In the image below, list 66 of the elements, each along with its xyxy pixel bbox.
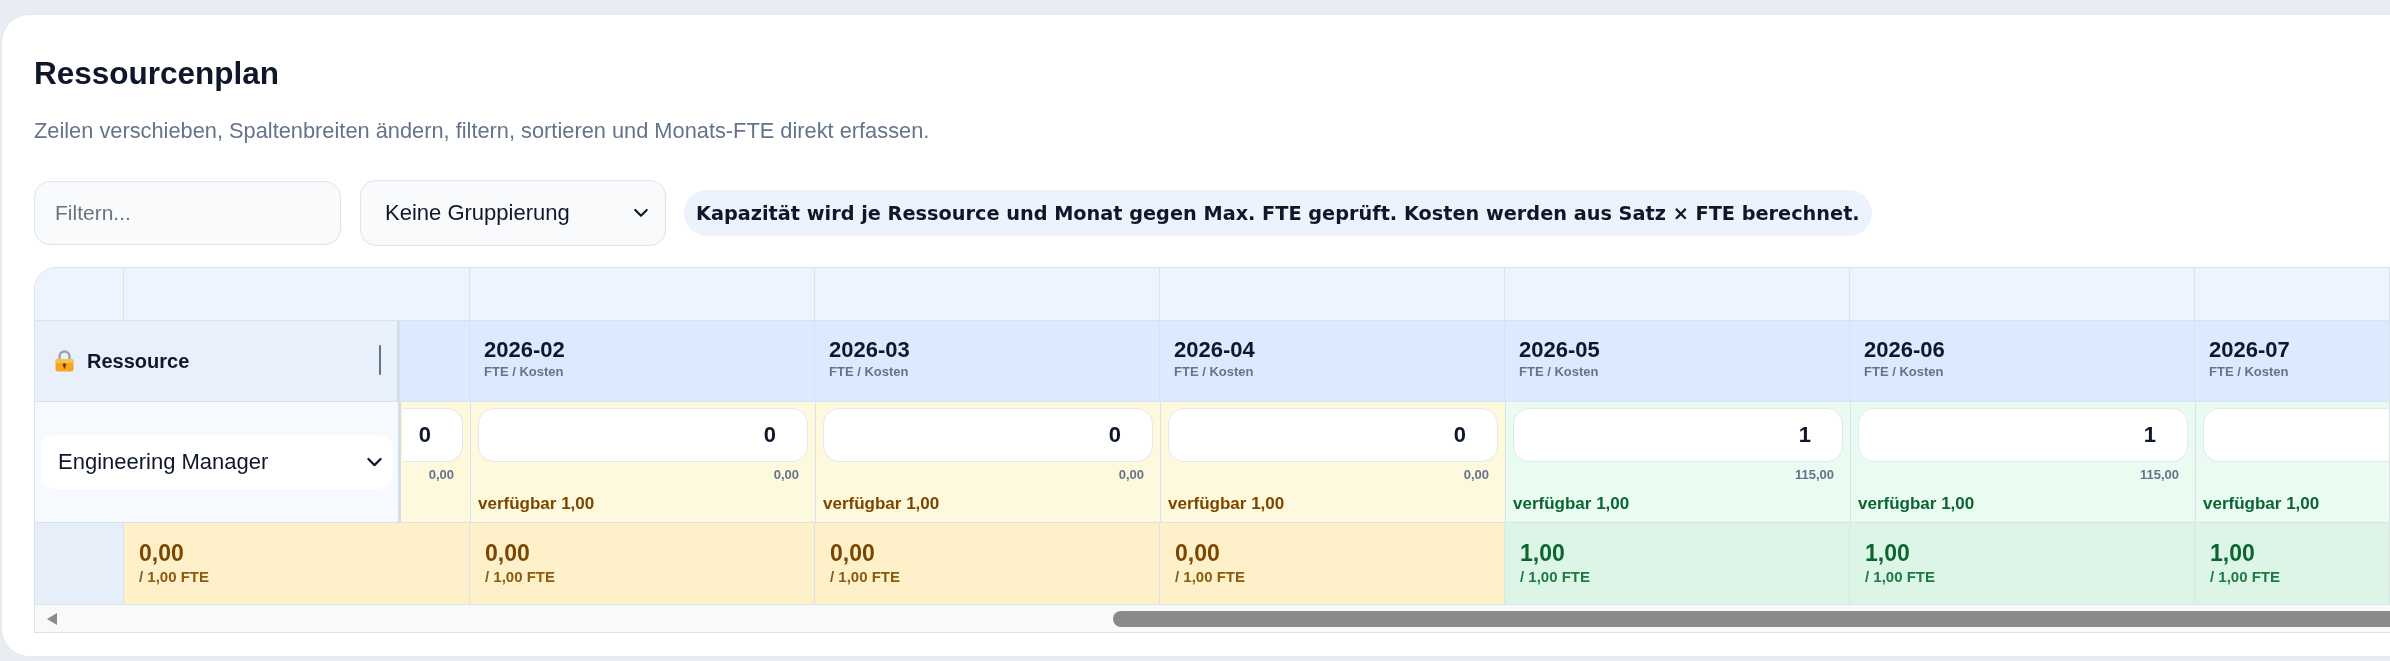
- availability-label: verfügbar 1,00: [478, 493, 595, 515]
- total-value: 1,00: [2210, 538, 2255, 567]
- column-header[interactable]: 2026-02 FTE / Kosten: [470, 321, 815, 401]
- fte-input[interactable]: 0: [403, 408, 463, 462]
- scrollbar-track[interactable]: [35, 605, 2390, 632]
- column-subtitle: FTE / Kosten: [1174, 363, 1255, 381]
- capacity-label: / 1,00 FTE: [1175, 566, 1246, 587]
- capacity-label: / 1,00 FTE: [2210, 566, 2281, 587]
- capacity-label: / 1,00 FTE: [1520, 566, 1591, 587]
- availability-label: verfügbar 1,00: [1858, 493, 1975, 515]
- cost-value: 0,00: [428, 466, 454, 482]
- page-title: Ressourcenplan: [34, 54, 281, 92]
- month-label: 2026-02: [484, 337, 566, 363]
- column-header[interactable]: 2026-07 FTE / Kosten: [2195, 321, 2390, 401]
- scroll-left-icon[interactable]: [47, 612, 57, 625]
- column-subtitle: FTE / Kosten: [829, 363, 910, 381]
- availability-label: verfügbar 1,00: [823, 493, 940, 515]
- month-label: 2026-04: [1174, 337, 1256, 363]
- cost-value: 0,00: [1463, 466, 1489, 482]
- column-subtitle: FTE / Kosten: [484, 363, 565, 381]
- fte-input[interactable]: 1: [1858, 408, 2188, 462]
- grouping-select[interactable]: Keine Gruppierung: [360, 180, 666, 246]
- fte-input[interactable]: [2203, 408, 2389, 462]
- cost-value: 0,00: [773, 466, 799, 482]
- total-value: 0,00: [485, 538, 530, 567]
- availability-label: verfügbar 1,00: [2203, 493, 2320, 515]
- availability-label: verfügbar 1,00: [1168, 493, 1285, 515]
- availability-label: verfügbar 1,00: [1513, 493, 1630, 515]
- info-note: Kapazität wird je Ressource und Monat gegen Max. FTE geprüft. Kosten werden aus Satz × FTE berechnet.: [684, 190, 1872, 236]
- month-label: 2026-03: [829, 337, 911, 363]
- capacity-label: / 1,00 FTE: [485, 566, 556, 587]
- column-header[interactable]: 2026-03 FTE / Kosten: [815, 321, 1160, 401]
- fte-input[interactable]: 0: [1168, 408, 1498, 462]
- fte-input[interactable]: 0: [823, 408, 1153, 462]
- month-label: 2026-06: [1864, 337, 1946, 363]
- total-value: 0,00: [1175, 538, 1220, 567]
- column-header[interactable]: 2026-06 FTE / Kosten: [1850, 321, 2195, 401]
- column-subtitle: FTE / Kosten: [1864, 363, 1945, 381]
- resize-handle[interactable]: [379, 345, 381, 375]
- total-value: 0,00: [139, 538, 184, 567]
- page-subtitle: Zeilen verschieben, Spaltenbreiten ändern, filtern, sortieren und Monats-FTE direkt erfassen.: [34, 118, 931, 144]
- total-value: 1,00: [1520, 538, 1565, 567]
- month-label: 2026-05: [1519, 337, 1601, 363]
- lock-icon: [55, 350, 74, 372]
- total-value: 0,00: [830, 538, 875, 567]
- column-subtitle: FTE / Kosten: [1519, 363, 1600, 381]
- chevron-down-icon: [366, 456, 383, 468]
- column-header[interactable]: 2026-05 FTE / Kosten: [1505, 321, 1850, 401]
- cost-value: 115,00: [2139, 466, 2179, 482]
- cost-value: 0,00: [1118, 466, 1144, 482]
- column-header[interactable]: 2026-04 FTE / Kosten: [1160, 321, 1505, 401]
- cost-value: 115,00: [1794, 466, 1834, 482]
- resource-select[interactable]: Engineering Manager: [41, 435, 393, 489]
- capacity-label: / 1,00 FTE: [830, 566, 901, 587]
- column-header[interactable]: Ressource: [35, 321, 400, 401]
- column-header-label: Ressource: [87, 349, 191, 373]
- scrollbar-thumb[interactable]: [1113, 610, 2390, 627]
- fte-input[interactable]: 0: [478, 408, 808, 462]
- capacity-label: / 1,00 FTE: [1865, 566, 1936, 587]
- chevron-down-icon: [633, 208, 649, 218]
- fte-input[interactable]: 1: [1513, 408, 1843, 462]
- total-value: 1,00: [1865, 538, 1910, 567]
- filter-field[interactable]: Filtern...: [34, 181, 341, 245]
- capacity-label: / 1,00 FTE: [139, 566, 210, 587]
- column-subtitle: FTE / Kosten: [2209, 363, 2290, 381]
- month-label: 2026-07: [2209, 337, 2291, 363]
